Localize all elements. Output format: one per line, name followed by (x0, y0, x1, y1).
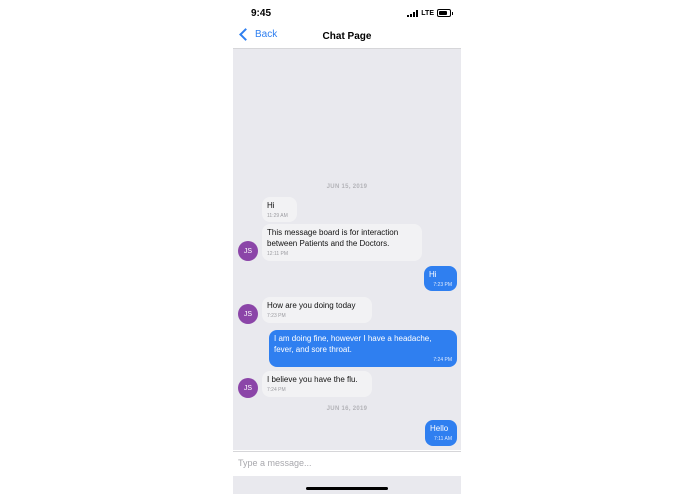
message-time: 7:23 PM (267, 313, 286, 319)
navigation-bar: Back Chat Page (233, 26, 461, 49)
message-input[interactable] (238, 458, 448, 468)
message-text: I believe you have the flu. (267, 375, 358, 384)
date-separator: JUN 16, 2019 (326, 406, 368, 412)
avatar[interactable]: JS (238, 304, 258, 324)
message-time: 7:24 PM (267, 387, 286, 393)
message-time: 7:23 PM (433, 282, 452, 288)
status-bar: 9:45 LTE (233, 0, 461, 26)
message-bubble-outgoing: Hello 7:11 AM (425, 420, 457, 446)
message-time: 11:29 AM (267, 213, 288, 219)
message-bubble-incoming: Hi 11:29 AM (262, 197, 297, 222)
chat-area[interactable]: JUN 15, 2019 Hi 11:29 AM JS This message… (233, 49, 461, 450)
message-bubble-incoming: How are you doing today 7:23 PM (262, 297, 372, 323)
message-text: Hello (430, 424, 449, 433)
avatar[interactable]: JS (238, 241, 258, 261)
message-text: Hi (267, 201, 275, 210)
message-bubble-incoming: This message board is for interaction be… (262, 224, 422, 261)
avatar[interactable]: JS (238, 378, 258, 398)
status-time: 9:45 (251, 8, 272, 19)
message-bubble-outgoing: I am doing fine, however I have a headac… (269, 330, 457, 367)
battery-icon (437, 9, 453, 17)
signal-icon (407, 9, 419, 17)
message-time: 12:11 PM (267, 251, 289, 257)
message-text: Hi (429, 270, 437, 279)
message-text: How are you doing today (267, 301, 356, 310)
home-indicator-area (233, 476, 461, 494)
phone-screen: 9:45 LTE Back Chat Page JUN 15, 2019 Hi … (233, 0, 461, 494)
message-text: This message board is for interaction be… (267, 228, 399, 248)
message-bubble-incoming: I believe you have the flu. 7:24 PM (262, 371, 372, 397)
status-indicators: LTE (407, 9, 453, 17)
message-text: I am doing fine, however I have a headac… (274, 334, 432, 354)
date-separator: JUN 15, 2019 (326, 184, 368, 190)
message-time: 7:11 AM (434, 436, 452, 442)
page-title: Chat Page (322, 31, 372, 42)
message-composer (233, 451, 461, 476)
home-indicator[interactable] (306, 487, 388, 490)
message-time: 7:24 PM (433, 357, 452, 363)
message-bubble-outgoing: Hi 7:23 PM (424, 266, 457, 291)
network-label: LTE (421, 9, 434, 17)
